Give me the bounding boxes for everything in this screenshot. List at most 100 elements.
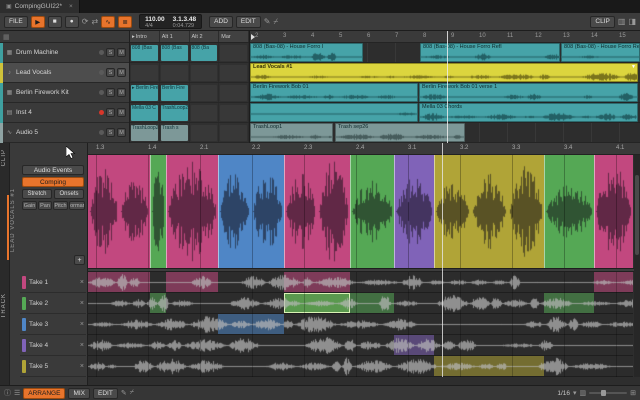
tab-track[interactable]: TRACK (1, 293, 7, 318)
record-arm-button[interactable] (99, 70, 104, 75)
scrollbar-thumb[interactable] (635, 175, 639, 255)
knife-icon[interactable]: ⌿ (273, 16, 278, 28)
caret-down-icon[interactable]: ▾ (573, 389, 577, 397)
launcher-clip[interactable]: 808 (Bas (161, 45, 188, 61)
remove-take-icon[interactable]: × (80, 300, 84, 307)
record-arm-button[interactable] (99, 50, 104, 55)
empty-clip-slot[interactable] (191, 125, 218, 141)
zoom-fit-icon[interactable]: ⊞ (630, 389, 636, 397)
solo-button[interactable]: S (106, 68, 115, 77)
empty-clip-slot[interactable] (220, 45, 247, 61)
automation-write-button[interactable]: ∿ (101, 16, 115, 28)
record-arm-button[interactable] (99, 110, 104, 115)
empty-clip-slot[interactable] (191, 85, 218, 101)
record-button[interactable]: ● (65, 16, 79, 28)
empty-clip-slot[interactable] (191, 105, 218, 121)
edit-button[interactable]: EDIT (236, 16, 261, 28)
scene-mar[interactable]: Mar (219, 31, 249, 42)
arranger-clip-berlin-2[interactable]: Berlin Firework Bob 01 verse 1 (419, 83, 638, 102)
tempo-value[interactable]: 110.00 (145, 16, 165, 23)
take-label-row-4[interactable]: Take 4 × (20, 335, 86, 356)
remove-take-icon[interactable]: × (80, 321, 84, 328)
clip-view-button[interactable]: CLIP (590, 16, 614, 28)
editor-scrollbar[interactable] (634, 155, 640, 377)
loop-icon[interactable]: ⟳ (82, 16, 89, 28)
edit-view-button[interactable]: EDIT (93, 388, 118, 399)
info-icon[interactable]: ⓘ (4, 388, 11, 398)
track-row-audio-5[interactable]: ∿ Audio 5 S M (0, 123, 129, 143)
add-button[interactable]: ADD (209, 16, 233, 28)
launcher-clip[interactable]: 808 (Ba (191, 45, 218, 61)
comp-lane[interactable] (88, 155, 633, 268)
take-lane-4[interactable] (88, 335, 633, 356)
arranger-clip-inst4-1[interactable] (250, 103, 418, 122)
mute-button[interactable]: M (117, 108, 126, 117)
track-row-drum-machine[interactable]: ▦ Drum Machine S M (0, 43, 129, 63)
mix-view-button[interactable]: MIX (68, 388, 90, 399)
launcher-clip[interactable]: Mella 03 C (131, 105, 158, 121)
remove-take-icon[interactable]: × (80, 342, 84, 349)
song-position[interactable]: 3.1.3.48 (173, 16, 197, 23)
mute-button[interactable]: M (117, 48, 126, 57)
scene-play-icon[interactable]: ▸ (132, 34, 135, 40)
stretch-button[interactable]: Stretch (22, 189, 52, 199)
zoom-slider[interactable] (589, 392, 627, 394)
onsets-button[interactable]: Onsets (54, 189, 84, 199)
empty-clip-slot[interactable] (220, 125, 247, 141)
hamburger-icon[interactable]: ☰ (14, 389, 20, 397)
arranger-playhead[interactable] (447, 31, 448, 143)
empty-clip-slot[interactable] (220, 65, 247, 81)
solo-button[interactable]: S (106, 48, 115, 57)
record-arm-button[interactable] (99, 130, 104, 135)
file-button[interactable]: FILE (4, 16, 28, 28)
audio-events-button[interactable]: Audio Events (22, 165, 84, 175)
arranger-clip-berlin-1[interactable]: Berlin Firework Bob 01 (250, 83, 418, 102)
gain-button[interactable]: Gain (22, 201, 37, 210)
arranger-clip-drum-1[interactable]: 808 (Bas-08) - House Forro I (250, 43, 363, 62)
track-name[interactable]: Audio 5 (16, 129, 97, 136)
inspector-icon[interactable]: ◨ (628, 16, 636, 28)
play-button[interactable]: ▶ (31, 16, 45, 28)
empty-clip-slot[interactable] (131, 65, 158, 81)
take-label-row-5[interactable]: Take 5 × (20, 356, 86, 377)
mute-button[interactable]: M (117, 128, 126, 137)
track-row-inst-4[interactable]: ▤ Inst 4 S M (0, 103, 129, 123)
formant-button[interactable]: Formant (69, 201, 85, 210)
track-row-lead-vocals[interactable]: ♪ Lead Vocals S M (0, 63, 129, 83)
take-lane-5[interactable] (88, 356, 633, 377)
tab-clip[interactable]: CLIP (1, 149, 7, 166)
arranger-clip-lead-vocals[interactable]: Lead Vocals #1 ▼ (250, 63, 638, 82)
stop-button[interactable]: ■ (48, 16, 62, 28)
track-name[interactable]: Berlin Firework Kit (16, 89, 97, 96)
solo-button[interactable]: S (106, 88, 115, 97)
clip-menu-icon[interactable]: ▼ (631, 64, 636, 71)
pencil-icon[interactable]: ✎ (264, 16, 271, 28)
grid-resolution[interactable]: 1/16 (557, 390, 570, 397)
beat-ruler[interactable]: 1.31.42.12.22.32.43.13.23.33.44.1 (88, 143, 640, 155)
mixer-icon[interactable]: ▥ (618, 16, 626, 28)
take-lane-2[interactable] (88, 293, 633, 314)
project-tab[interactable]: ▣ CompingGUI22* × (0, 0, 80, 13)
remove-take-icon[interactable]: × (80, 279, 84, 286)
scene-alt-2[interactable]: Alt 2 (190, 31, 220, 42)
record-arm-button[interactable] (99, 90, 104, 95)
song-time[interactable]: 0:04.729 (173, 23, 197, 29)
arranger-clip-audio5-1[interactable]: TrashLoop1 (250, 123, 333, 142)
solo-button[interactable]: S (106, 128, 115, 137)
track-row-berlin-firework-kit[interactable]: ▦ Berlin Firework Kit S M (0, 83, 129, 103)
bar-ruler[interactable]: 23456789101112131415 (250, 31, 640, 43)
take-lane-3[interactable] (88, 314, 633, 335)
time-signature[interactable]: 4/4 (145, 23, 165, 29)
launcher-clip[interactable]: TrashLoop26 (131, 125, 158, 141)
arranger-clip-audio5-2[interactable]: Trash sep26 (335, 123, 465, 142)
arranger-clip-drum-2[interactable]: 808 (Bas-08) - House Forro Refl (420, 43, 560, 62)
empty-clip-slot[interactable] (220, 85, 247, 101)
arrange-view-button[interactable]: ARRANGE (23, 388, 65, 399)
launcher-clip[interactable]: 808 (Bas (131, 45, 158, 61)
launcher-clip[interactable]: Trash s (161, 125, 188, 141)
punch-icon[interactable]: ⇄ (91, 16, 98, 28)
scene-alt-1[interactable]: Alt 1 (160, 31, 190, 42)
take-label-row-3[interactable]: Take 3 × (20, 314, 86, 335)
mute-button[interactable]: M (117, 68, 126, 77)
grid-icon[interactable]: ▦ (3, 33, 10, 41)
